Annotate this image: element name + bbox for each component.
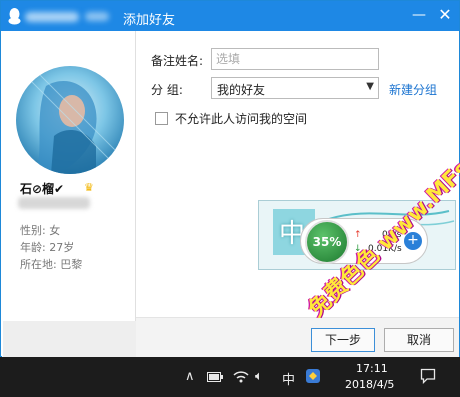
deny-space-label: 不允许此人访问我的空间: [175, 112, 308, 126]
upload-speed: 0K/s: [382, 230, 402, 240]
taskbar: [0, 357, 460, 397]
group-label: 分 组:: [151, 83, 183, 97]
clock-date[interactable]: 2018/4/5: [345, 378, 394, 391]
crown-icon: ♛: [84, 181, 94, 194]
blurred-signature: [18, 197, 90, 209]
next-button[interactable]: 下一步: [311, 328, 375, 352]
ime-indicator[interactable]: 中: [282, 369, 295, 388]
profile-panel-footer: [3, 321, 137, 357]
group-select-value: 我的好友: [217, 83, 266, 97]
upload-arrow-icon: ↑: [354, 230, 362, 240]
avatar[interactable]: [16, 66, 124, 174]
volume-icon[interactable]: 🔈︎: [255, 369, 263, 384]
tray-app-icon[interactable]: [305, 368, 321, 384]
wifi-icon[interactable]: [233, 370, 249, 383]
notification-icon[interactable]: [420, 368, 436, 384]
profile-age: 年龄: 27岁: [20, 241, 75, 254]
profile-panel: 石⊘榴✔ ♛ 性别: 女 年龄: 27岁 所在地: 巴黎: [2, 31, 137, 357]
memory-gauge[interactable]: 35%: [305, 220, 349, 264]
profile-gender: 性别: 女: [20, 224, 61, 237]
clock-time[interactable]: 17:11: [356, 362, 388, 375]
dialog-title: 添加好友: [123, 13, 176, 28]
download-arrow-icon: ↓: [354, 244, 362, 254]
blurred-account-name: [25, 12, 79, 22]
download-speed: 0.01K/s: [368, 244, 402, 254]
deny-space-checkbox[interactable]: [155, 112, 168, 125]
title-bar[interactable]: 添加好友 — ✕: [1, 1, 459, 31]
close-button[interactable]: ✕: [433, 4, 457, 28]
chevron-down-icon: ▼: [366, 81, 374, 92]
cancel-button[interactable]: 取消: [384, 328, 454, 352]
profile-nickname: 石⊘榴✔: [20, 182, 65, 196]
qq-penguin-icon: [8, 8, 21, 25]
remark-name-label: 备注姓名:: [151, 54, 204, 68]
remark-name-input[interactable]: [211, 48, 379, 70]
tray-chevron-up-icon[interactable]: ∧: [185, 369, 195, 384]
blurred-account-id: [85, 12, 109, 21]
battery-icon[interactable]: [207, 372, 223, 382]
profile-location: 所在地: 巴黎: [20, 258, 83, 271]
minimize-button[interactable]: —: [407, 4, 431, 28]
group-select[interactable]: 我的好友 ▼: [211, 77, 379, 99]
boost-plus-icon[interactable]: +: [404, 232, 422, 250]
new-group-link[interactable]: 新建分组: [389, 81, 437, 98]
add-friend-dialog: 添加好友 — ✕ 石⊘榴✔ ♛ 性别: 女 年龄: 27岁 所在地: 巴黎 备注…: [0, 0, 460, 357]
